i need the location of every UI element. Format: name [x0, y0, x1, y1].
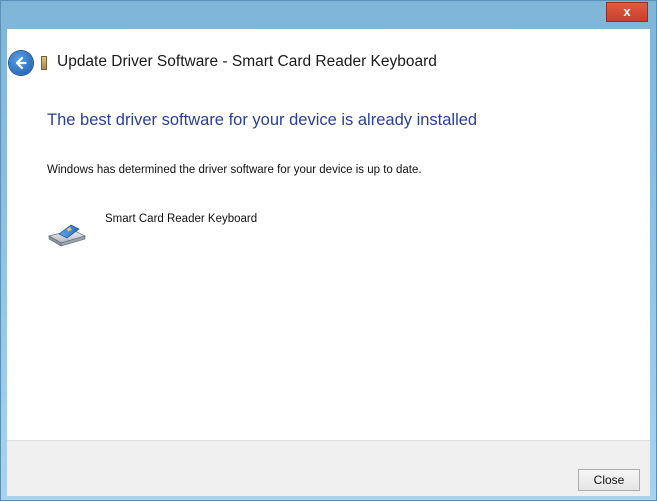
dialog-window: x Update Driver Software - Smart Card Re… [0, 0, 657, 501]
device-name: Smart Card Reader Keyboard [105, 213, 258, 225]
device-small-icon [41, 56, 47, 70]
back-arrow-icon [15, 56, 27, 70]
window-close-button[interactable]: x [606, 2, 648, 22]
title-bar: x [1, 1, 656, 31]
wizard-footer: Close [7, 440, 650, 496]
wizard-content: Update Driver Software - Smart Card Read… [7, 29, 650, 496]
back-button[interactable] [9, 51, 33, 75]
smart-card-reader-icon [47, 224, 87, 247]
wizard-title: Update Driver Software - Smart Card Read… [57, 53, 437, 70]
close-button[interactable]: Close [578, 469, 640, 491]
wizard-header: Update Driver Software - Smart Card Read… [7, 29, 650, 99]
description-text: Windows has determined the driver softwa… [47, 164, 422, 176]
main-heading: The best driver software for your device… [47, 111, 478, 129]
close-icon: x [623, 4, 631, 19]
